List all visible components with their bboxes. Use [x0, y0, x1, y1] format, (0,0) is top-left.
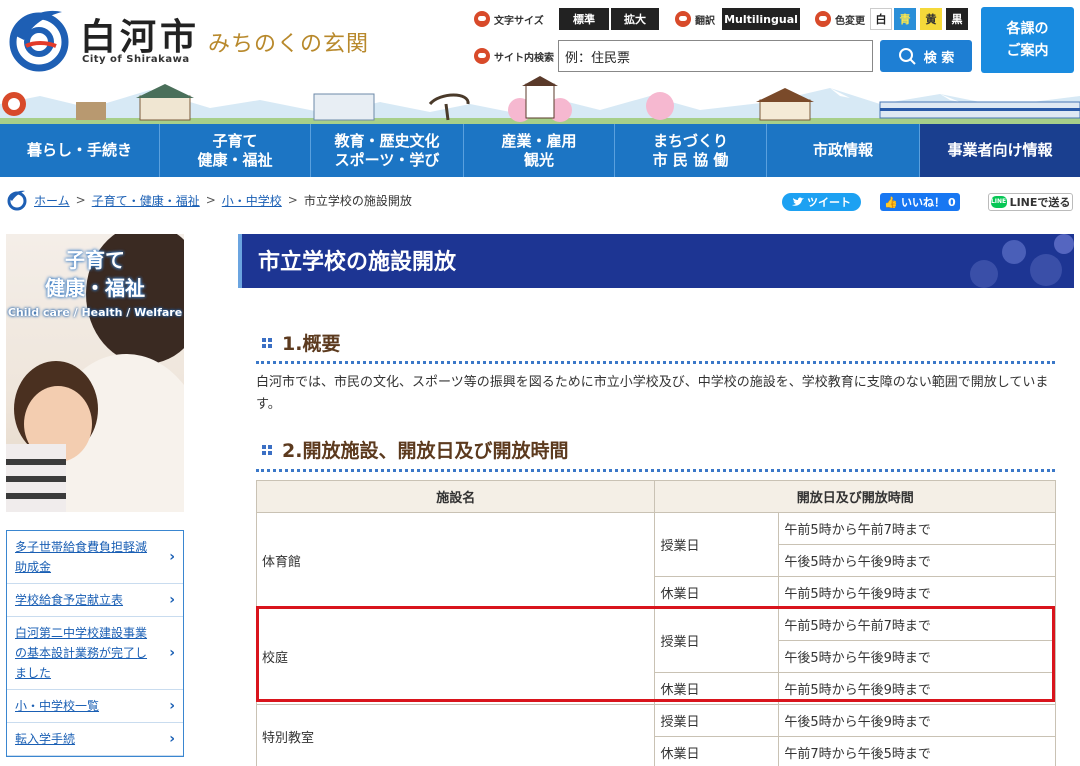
daruma-icon — [474, 48, 490, 64]
section-heading-facilities: 2.開放施設、開放日及び開放時間 — [262, 436, 568, 463]
color-change-label: 色変更 — [815, 11, 865, 27]
facility-table: 施設名 開放日及び開放時間 体育館 授業日 午前5時から午前7時まで 午後5時か… — [255, 480, 1056, 766]
chevron-right-icon: › — [169, 592, 175, 608]
table-header-row: 施設名 開放日及び開放時間 — [255, 480, 1056, 513]
search-button[interactable]: 検 索 — [880, 40, 972, 72]
day-type-class: 授業日 — [654, 704, 780, 737]
open-time: 午後5時から午後9時まで — [778, 544, 1056, 577]
chevron-right-icon: › — [169, 549, 175, 565]
text-size-label: 文字サイズ — [474, 11, 544, 27]
daruma-icon — [675, 11, 691, 27]
day-type-holiday: 休業日 — [654, 672, 780, 705]
sidebar-links: 多子世帯給食費負担軽減 助成金 › 学校給食予定献立表 › 白河第二中学校建設事業 … — [6, 530, 184, 757]
tweet-button[interactable]: ツイート — [782, 193, 861, 211]
table-row: 体育館 授業日 午前5時から午前7時まで — [255, 512, 1056, 609]
col-header-facility: 施設名 — [255, 480, 656, 513]
breadcrumb: ホーム > 子育て・健康・福祉 > 小・中学校 > 市立学校の施設開放 — [6, 188, 412, 212]
breadcrumb-current: 市立学校の施設開放 — [303, 193, 412, 208]
nav-item-business[interactable]: 事業者向け情報 — [920, 124, 1080, 177]
department-guide-button[interactable]: 各課の ご案内 — [981, 7, 1074, 73]
page-title: 市立学校の施設開放 — [258, 250, 457, 275]
translate-label: 翻訳 — [675, 11, 715, 27]
open-time: 午後5時から午後9時まで — [778, 640, 1056, 673]
facility-yard: 校庭 — [255, 608, 656, 705]
city-logo-small-icon — [7, 190, 27, 211]
tagline: みちのくの玄関 — [208, 32, 370, 57]
day-type-holiday: 休業日 — [654, 576, 780, 609]
breadcrumb-separator: > — [75, 193, 86, 207]
table-row: 校庭 授業日 午前5時から午前7時まで — [255, 608, 1056, 705]
color-black-button[interactable]: 黒 — [946, 8, 968, 30]
heading-underline — [256, 361, 1055, 364]
facility-special-room: 特別教室 — [255, 704, 656, 766]
day-type-class: 授業日 — [654, 512, 780, 577]
text-size-standard-button[interactable]: 標準 — [559, 8, 609, 30]
city-name-en: City of Shirakawa — [82, 54, 190, 65]
search-input[interactable] — [558, 40, 873, 72]
banner-subtitle: Child care / Health / Welfare — [7, 306, 183, 319]
breadcrumb-home[interactable]: ホーム — [34, 192, 70, 209]
section-heading-overview: 1.概要 — [262, 329, 340, 356]
banner-title-1: 子育て — [65, 248, 125, 272]
line-logo-icon: LINE — [990, 196, 1007, 208]
breadcrumb-separator: > — [205, 193, 216, 207]
nav-item-living[interactable]: 暮らし・手続き — [0, 124, 160, 177]
heading-marker-icon — [262, 444, 272, 455]
open-time: 午後5時から午後9時まで — [778, 704, 1056, 737]
heading-underline — [256, 469, 1055, 472]
breadcrumb-childcare[interactable]: 子育て・健康・福祉 — [92, 192, 200, 209]
heading-marker-icon — [262, 337, 272, 348]
nav-item-childcare[interactable]: 子育て 健康・福祉 — [160, 124, 311, 177]
site-search-label: サイト内検索 — [474, 48, 554, 64]
twitter-bird-icon — [792, 197, 804, 206]
facility-gym: 体育館 — [255, 512, 656, 609]
nav-item-education[interactable]: 教育・歴史文化 スポーツ・学び — [311, 124, 464, 177]
sidebar-link-meal-subsidy[interactable]: 多子世帯給食費負担軽減 助成金 › — [7, 531, 183, 584]
text-size-large-button[interactable]: 拡大 — [611, 8, 659, 30]
chevron-right-icon: › — [169, 645, 175, 661]
chevron-right-icon: › — [169, 731, 175, 747]
day-type-class: 授業日 — [654, 608, 780, 673]
search-icon — [898, 48, 916, 65]
sidebar-link-school-list[interactable]: 小・中学校一覧 › — [7, 690, 183, 723]
line-share-button[interactable]: LINE LINEで送る — [988, 193, 1073, 211]
flower-pattern-decoration — [970, 234, 1074, 288]
nav-item-industry[interactable]: 産業・雇用 観光 — [464, 124, 615, 177]
site-header: 白河市 City of Shirakawa みちのくの玄関 文字サイズ 標準 拡… — [0, 0, 1080, 124]
nav-item-city-admin[interactable]: 市政情報 — [767, 124, 920, 177]
daruma-icon — [815, 11, 831, 27]
sidebar-link-construction[interactable]: 白河第二中学校建設事業 の基本設計業務が完了し ました › — [7, 617, 183, 690]
intro-paragraph: 白河市では、市民の文化、スポーツ等の振興を図るために市立小学校及び、中学校の施設… — [256, 375, 1049, 412]
banner-title-2: 健康・福祉 — [45, 276, 145, 300]
daruma-icon — [474, 11, 490, 27]
open-time: 午前5時から午後9時まで — [778, 672, 1056, 705]
open-time: 午前5時から午前7時まで — [778, 512, 1056, 545]
facebook-like-button[interactable]: 👍 いいね！ 0 — [880, 193, 960, 211]
multilingual-button[interactable]: Multilingual — [722, 8, 800, 30]
color-white-button[interactable]: 白 — [870, 8, 892, 30]
open-time: 午前5時から午後9時まで — [778, 576, 1056, 609]
breadcrumb-separator: > — [287, 193, 298, 207]
global-nav: 暮らし・手続き 子育て 健康・福祉 教育・歴史文化 スポーツ・学び 産業・雇用 … — [0, 124, 1080, 177]
color-yellow-button[interactable]: 黄 — [920, 8, 942, 30]
childcare-banner[interactable]: 子育て 健康・福祉 Child care / Health / Welfare — [6, 234, 184, 512]
open-time: 午前7時から午後5時まで — [778, 736, 1056, 766]
breadcrumb-schools[interactable]: 小・中学校 — [222, 192, 282, 209]
sidebar-link-lunch-menu[interactable]: 学校給食予定献立表 › — [7, 584, 183, 617]
day-type-holiday: 休業日 — [654, 736, 780, 766]
city-logo-icon[interactable] — [6, 6, 72, 72]
open-time: 午前5時から午前7時まで — [778, 608, 1056, 641]
color-blue-button[interactable]: 青 — [894, 8, 916, 30]
thumbs-up-icon: 👍 — [884, 195, 899, 209]
scenery-illustration — [0, 76, 1080, 124]
sidebar-link-transfer[interactable]: 転入学手続 › — [7, 723, 183, 756]
col-header-time: 開放日及び開放時間 — [654, 480, 1056, 513]
chevron-right-icon: › — [169, 698, 175, 714]
table-row: 特別教室 授業日 午後5時から午後9時まで — [255, 704, 1056, 766]
page-title-bar: 市立学校の施設開放 — [238, 234, 1074, 288]
nav-item-community[interactable]: まちづくり 市 民 協 働 — [615, 124, 767, 177]
city-name: 白河市 — [80, 16, 201, 58]
